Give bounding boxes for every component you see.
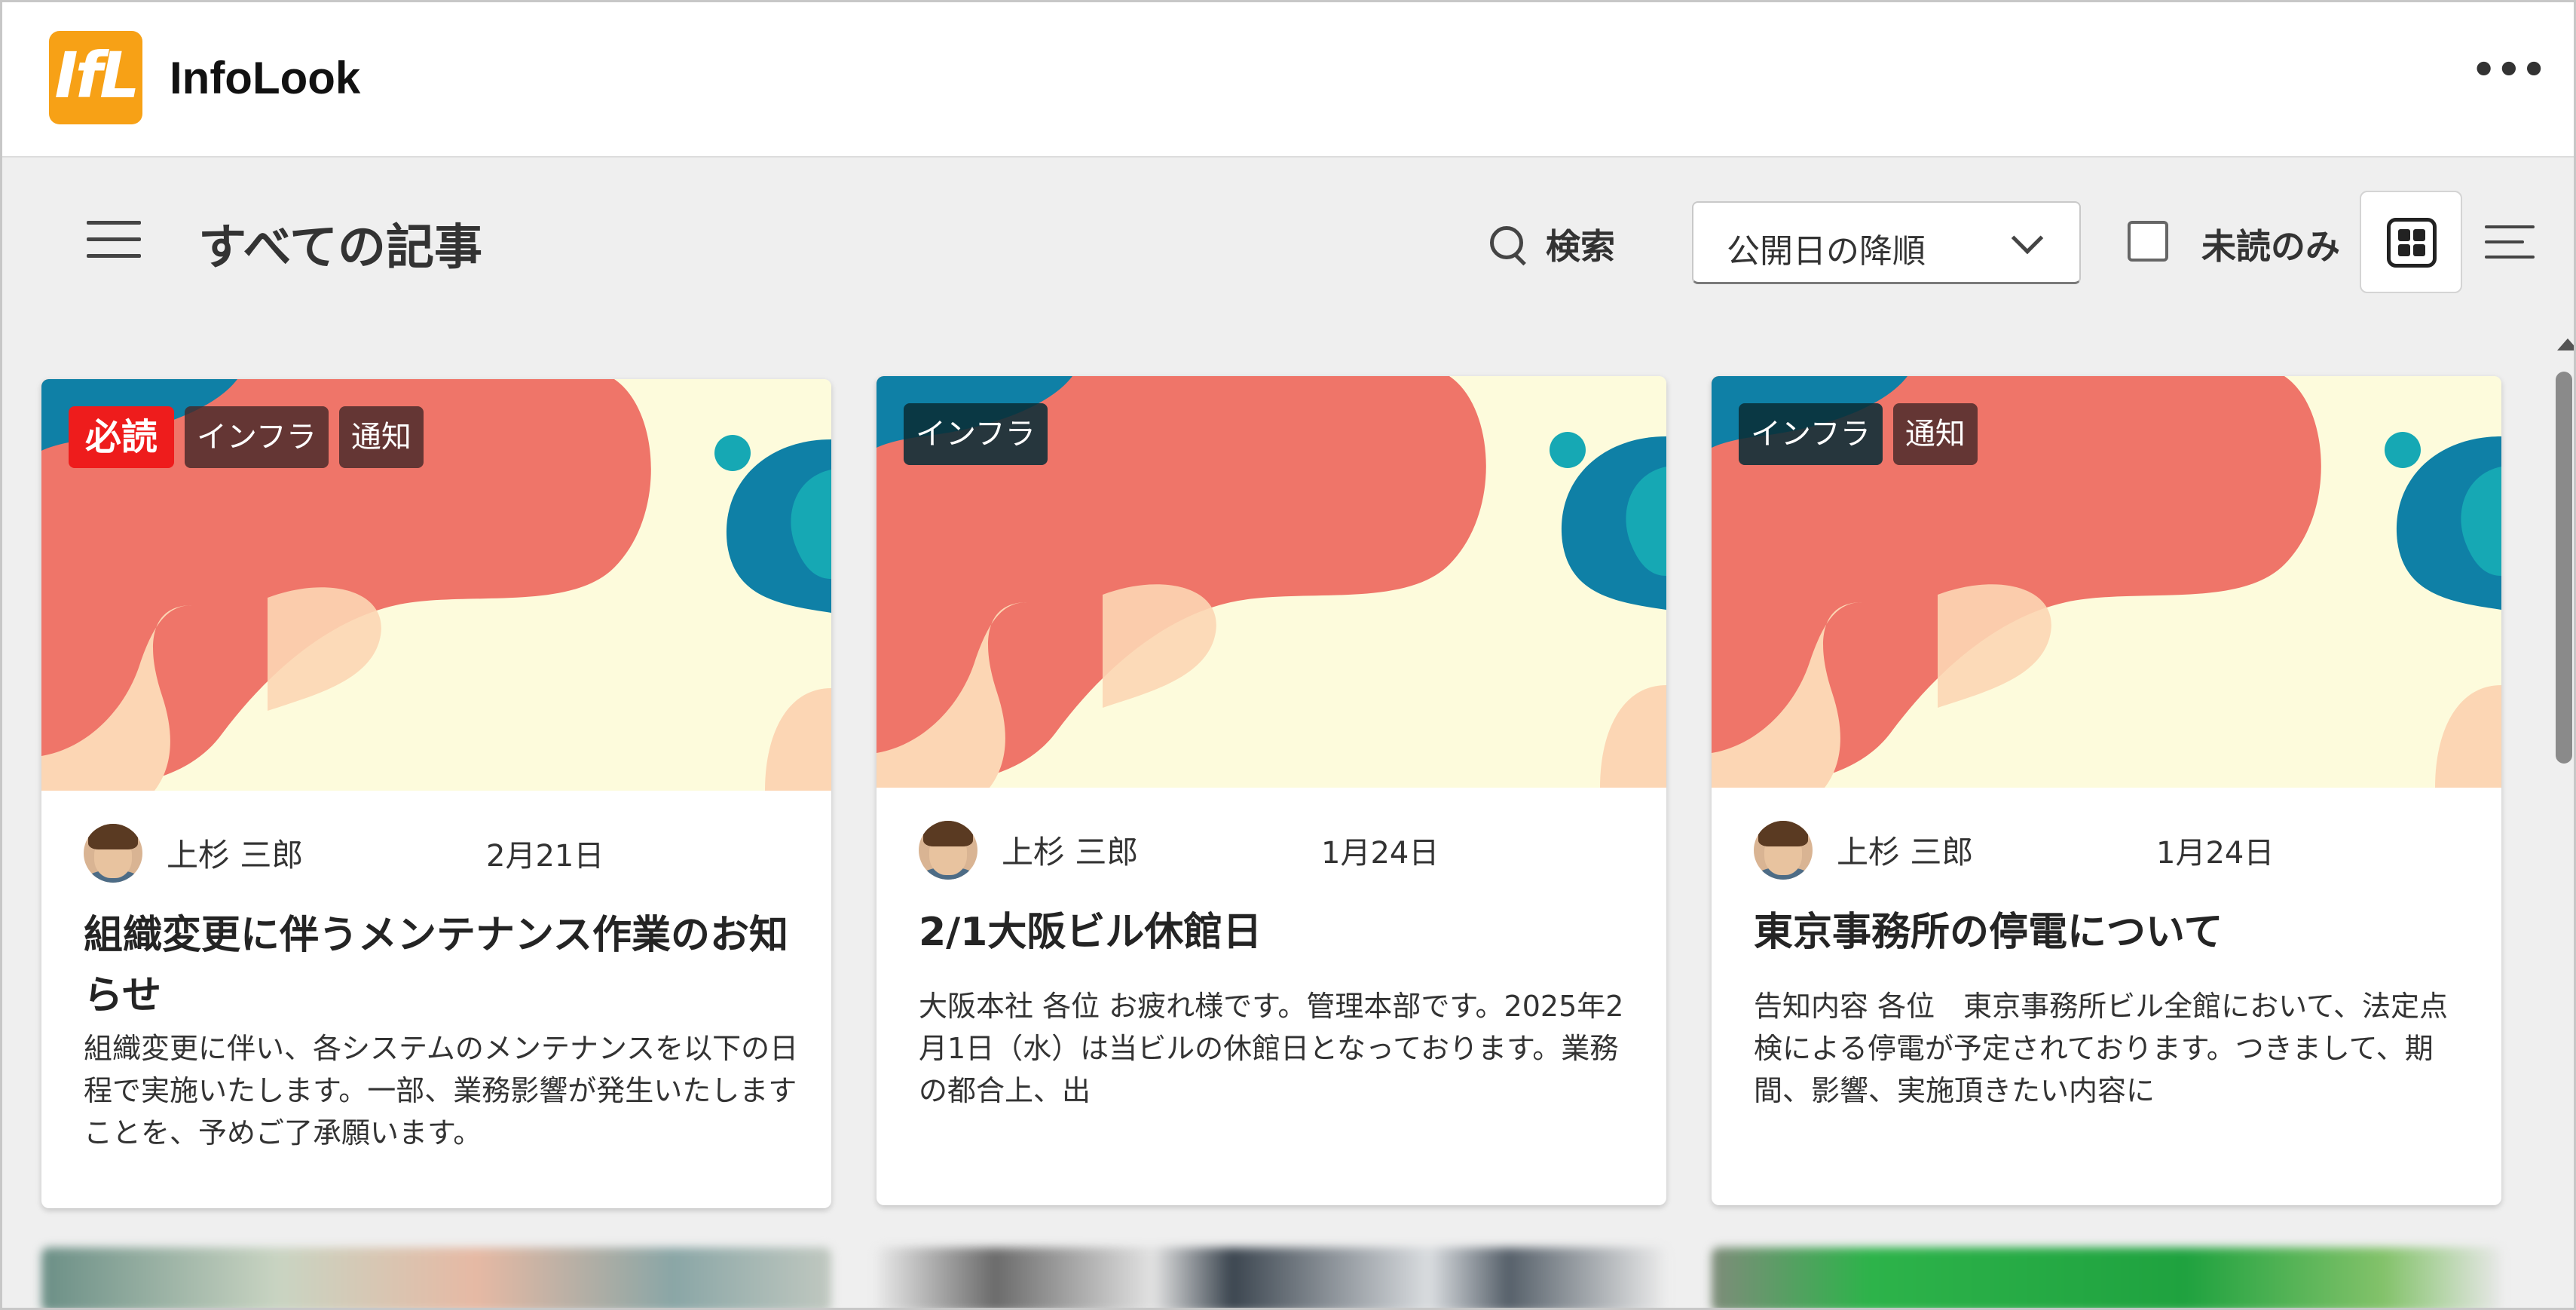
app-header: IfL InfoLook ••• xyxy=(2,2,2574,158)
article-card[interactable]: インフラ 通知 上杉 三郎 1月24日 東京事務所の停電について 告知内容 各位… xyxy=(1712,376,2501,1205)
author-name: 上杉 三郎 xyxy=(167,837,304,874)
app-window: IfL InfoLook ••• すべての記事 検索 公開日の降順 未読のみ 必… xyxy=(0,0,2576,1310)
grid-view-icon xyxy=(2387,218,2437,268)
article-title[interactable]: 2/1大阪ビル休館日 xyxy=(919,902,1635,963)
search-button[interactable]: 検索 xyxy=(1488,218,1615,271)
grid-view-button[interactable] xyxy=(2360,191,2462,293)
tag-infrastructure[interactable]: インフラ xyxy=(1739,403,1883,465)
article-meta: 上杉 三郎 2月21日 xyxy=(84,824,792,892)
publish-date: 1月24日 xyxy=(2156,836,2275,871)
tag-infrastructure[interactable]: インフラ xyxy=(185,406,329,468)
author-name: 上杉 三郎 xyxy=(1002,834,1139,871)
tag-list: インフラ xyxy=(904,403,1048,465)
article-title[interactable]: 東京事務所の停電について xyxy=(1754,902,2470,963)
page-title: すべての記事 xyxy=(198,220,482,276)
author-name: 上杉 三郎 xyxy=(1837,834,1974,871)
article-meta: 上杉 三郎 1月24日 xyxy=(919,821,1627,889)
article-card-preview[interactable] xyxy=(877,1247,1666,1308)
publish-date: 1月24日 xyxy=(1321,836,1439,871)
app-title: InfoLook xyxy=(170,53,361,103)
tag-list: 必読 インフラ 通知 xyxy=(69,406,424,468)
article-card[interactable]: 必読 インフラ 通知 上杉 三郎 2月21日 組織変更に伴うメンテナンス作業のお… xyxy=(41,379,831,1208)
article-card[interactable]: インフラ 上杉 三郎 1月24日 2/1大阪ビル休館日 大阪本社 各位 お疲れ様… xyxy=(877,376,1666,1205)
logo-mark: IfL xyxy=(54,38,139,112)
article-excerpt: 大阪本社 各位 お疲れ様です。管理本部です。2025年2月1日（水）は当ビルの休… xyxy=(919,990,1624,1107)
article-banner-image: 必読 インフラ 通知 xyxy=(41,379,831,791)
article-meta: 上杉 三郎 1月24日 xyxy=(1754,821,2462,889)
publish-date: 2月21日 xyxy=(486,839,604,874)
author-avatar xyxy=(1754,821,1813,880)
toolbar: すべての記事 検索 公開日の降順 未読のみ xyxy=(2,159,2574,325)
article-banner-image: インフラ xyxy=(877,376,1666,788)
article-excerpt: 組織変更に伴い、各システムのメンテナンスを以下の日程で実施いたします。一部、業務… xyxy=(84,1032,799,1149)
chevron-down-icon xyxy=(2011,222,2044,255)
sort-order-dropdown[interactable]: 公開日の降順 xyxy=(1692,201,2081,284)
infolook-logo[interactable]: IfL xyxy=(49,31,142,124)
unread-only-checkbox[interactable] xyxy=(2128,221,2168,262)
article-excerpt: 告知内容 各位 東京事務所ビル全館において、法定点検による停電が予定されておりま… xyxy=(1754,990,2449,1107)
tag-infrastructure[interactable]: インフラ xyxy=(904,403,1048,465)
tag-must-read[interactable]: 必読 xyxy=(69,406,175,468)
article-card-preview[interactable] xyxy=(41,1247,831,1308)
list-view-icon[interactable] xyxy=(2485,221,2538,263)
vertical-scrollbar[interactable] xyxy=(2550,326,2574,1308)
more-options-icon[interactable]: ••• xyxy=(2471,51,2547,100)
hamburger-menu-icon[interactable] xyxy=(87,219,141,262)
tag-notice[interactable]: 通知 xyxy=(338,406,424,468)
article-title[interactable]: 組織変更に伴うメンテナンス作業のお知らせ xyxy=(84,905,800,1026)
scroll-up-arrow-icon[interactable] xyxy=(2557,338,2574,350)
sort-selected-value: 公開日の降順 xyxy=(1727,232,1926,271)
search-label: 検索 xyxy=(1546,226,1615,267)
unread-only-label[interactable]: 未読のみ xyxy=(2201,219,2340,269)
tag-notice[interactable]: 通知 xyxy=(1892,403,1978,465)
article-card-preview[interactable] xyxy=(1712,1247,2501,1308)
scrollbar-thumb[interactable] xyxy=(2556,372,2572,764)
author-avatar xyxy=(919,821,977,880)
tag-list: インフラ 通知 xyxy=(1739,403,1978,465)
author-avatar xyxy=(84,824,142,883)
article-banner-image: インフラ 通知 xyxy=(1712,376,2501,788)
search-icon xyxy=(1488,225,1528,264)
